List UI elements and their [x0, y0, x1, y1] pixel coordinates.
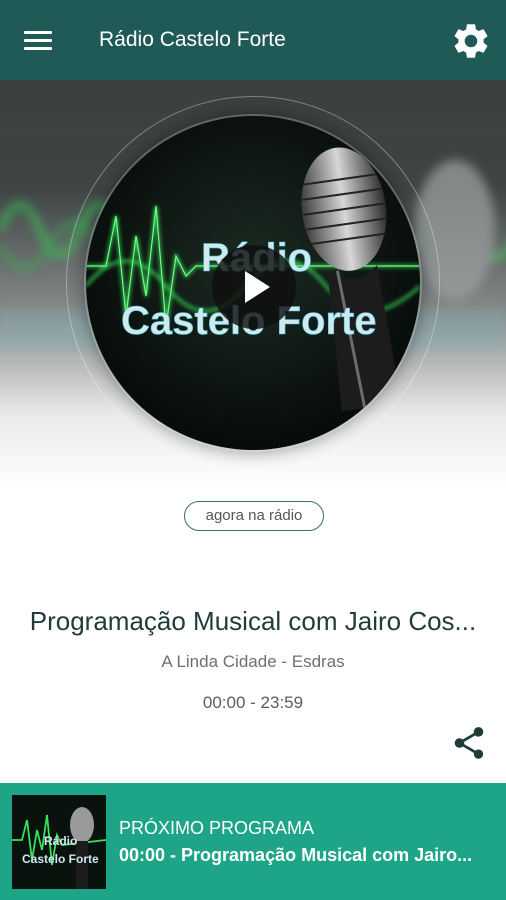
program-time: 00:00 - 23:59 [202, 693, 304, 712]
program-title: Programação Musical com Jairo Cos... [29, 606, 477, 636]
thumb-logo-line2: Castelo Forte [22, 852, 99, 866]
next-program-thumbnail: Rádio Castelo Forte [12, 795, 106, 889]
next-program-text: 00:00 - Programação Musical com Jairo... [119, 845, 473, 865]
menu-icon[interactable] [20, 26, 56, 54]
gear-icon[interactable] [450, 20, 492, 62]
thumb-logo-line1: Rádio [44, 834, 77, 848]
app-bar: Rádio Castelo Forte [0, 0, 506, 80]
next-program-bar[interactable]: Rádio Castelo Forte PRÓXIMO PROGRAMA 00:… [0, 783, 506, 900]
share-icon[interactable] [450, 724, 488, 762]
next-program-label: PRÓXIMO PROGRAMA [119, 818, 315, 838]
now-playing-badge: agora na rádio [184, 501, 324, 531]
play-button[interactable] [212, 245, 296, 329]
play-icon [245, 271, 270, 303]
app-title: Rádio Castelo Forte [99, 28, 286, 51]
program-subtitle: A Linda Cidade - Esdras [161, 652, 345, 671]
